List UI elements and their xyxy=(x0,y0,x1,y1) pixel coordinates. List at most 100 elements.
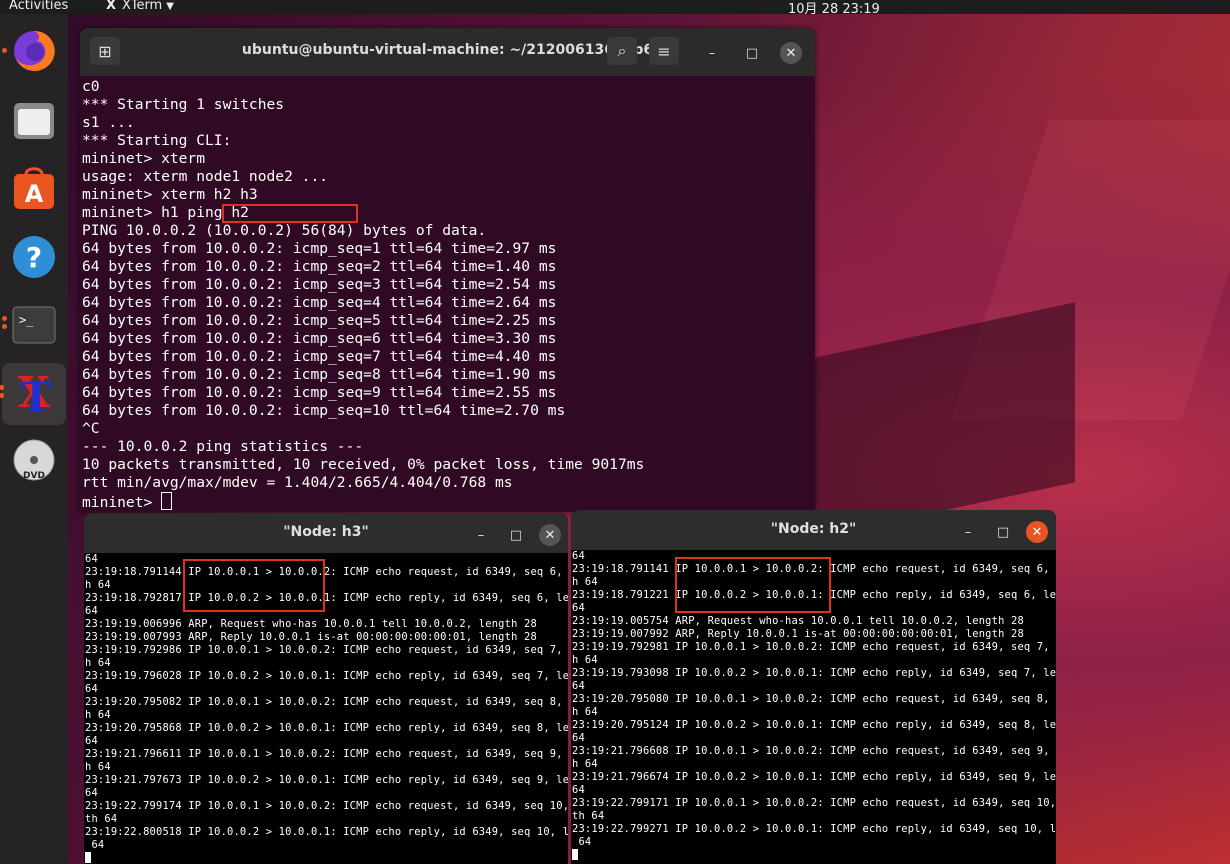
titlebar[interactable]: ⊞ ubuntu@ubuntu-virtual-machine: ~/21200… xyxy=(80,28,815,76)
help-icon: ? xyxy=(13,236,55,278)
minimize-icon: – xyxy=(964,524,972,540)
terminal-line: rtt min/avg/max/mdev = 1.404/2.665/4.404… xyxy=(82,474,513,491)
firefox-icon xyxy=(14,30,55,71)
activities-button[interactable]: Activities xyxy=(9,0,68,13)
svg-text:?: ? xyxy=(26,241,42,274)
dock-item-firefox[interactable] xyxy=(2,26,59,76)
terminal-line: 64 bytes from 10.0.0.2: icmp_seq=10 ttl=… xyxy=(82,402,566,419)
terminal-line: 64 xyxy=(572,680,585,692)
prompt: mininet> xyxy=(82,494,162,511)
terminal-line: 23:19:19.007992 ARP, Reply 10.0.0.1 is-a… xyxy=(572,628,1024,640)
terminal-line: 23:19:21.796608 IP 10.0.0.1 > 10.0.0.2: … xyxy=(572,745,1056,757)
terminal-line: s1 ... xyxy=(82,114,135,131)
terminal-line: *** Starting CLI: xyxy=(82,132,232,149)
terminal-line: 64 xyxy=(85,787,98,799)
dock-item-files[interactable] xyxy=(9,96,59,146)
running-indicator xyxy=(0,393,4,398)
maximize-button[interactable]: □ xyxy=(741,42,763,64)
terminal-line: 23:19:19.005754 ARP, Request who-has 10.… xyxy=(572,615,1024,627)
text-cursor xyxy=(161,492,173,510)
app-menu-label: XTerm xyxy=(122,0,163,13)
terminal-line: 64 xyxy=(572,836,592,848)
dock-item-xterm[interactable]: X T xyxy=(0,363,66,425)
close-icon: ✕ xyxy=(1031,524,1043,540)
dock-item-terminal[interactable]: >_ xyxy=(2,300,59,350)
terminal-line: mininet> xterm h2 h3 xyxy=(82,186,258,203)
minimize-icon: – xyxy=(477,527,485,543)
prompt-line[interactable]: mininet> xyxy=(82,492,812,512)
terminal-line: 64 bytes from 10.0.0.2: icmp_seq=6 ttl=6… xyxy=(82,330,557,347)
clock[interactable]: 10月 28 23:19 xyxy=(788,0,880,17)
titlebar[interactable]: "Node: h2" – □ ✕ xyxy=(571,510,1056,550)
text-cursor xyxy=(572,849,578,860)
terminal-line: 64 bytes from 10.0.0.2: icmp_seq=8 ttl=6… xyxy=(82,366,557,383)
app-menu[interactable]: X XTerm ▼ xyxy=(106,0,174,13)
terminal-line: 23:19:22.799271 IP 10.0.0.2 > 10.0.0.1: … xyxy=(572,823,1056,835)
window-title: "Node: h2" xyxy=(770,521,857,537)
xterm-small-icon: X xyxy=(106,0,117,13)
maximize-icon: □ xyxy=(996,524,1010,540)
running-indicator xyxy=(2,324,7,329)
maximize-icon: □ xyxy=(509,527,523,543)
close-icon: ✕ xyxy=(785,45,797,61)
terminal-line: 64 xyxy=(85,605,98,617)
terminal-line: 23:19:20.795082 IP 10.0.0.1 > 10.0.0.2: … xyxy=(85,696,568,708)
search-button[interactable]: ⌕ xyxy=(607,37,637,65)
hamburger-icon: ≡ xyxy=(657,41,671,61)
terminal-line: 64 xyxy=(572,732,585,744)
close-button[interactable]: ✕ xyxy=(1026,521,1048,543)
terminal-line: 23:19:19.792981 IP 10.0.0.1 > 10.0.0.2: … xyxy=(572,641,1056,653)
close-button[interactable]: ✕ xyxy=(539,524,561,546)
dock-item-dvd[interactable]: DVD xyxy=(9,436,59,486)
terminal-line: th 64 xyxy=(572,810,605,822)
dock-item-software[interactable]: A xyxy=(9,164,59,214)
running-indicator xyxy=(2,48,7,53)
terminal-line: 23:19:19.792986 IP 10.0.0.1 > 10.0.0.2: … xyxy=(85,644,568,656)
dvd-icon: DVD xyxy=(13,439,55,481)
xterm-icon: X T xyxy=(18,369,51,419)
running-indicator xyxy=(0,385,4,390)
dock: A ? >_ X T DVD xyxy=(0,14,68,864)
terminal-output[interactable]: 64 23:19:18.791144 IP 10.0.0.1 > 10.0.0.2… xyxy=(85,553,568,864)
terminal-line: mininet> xterm xyxy=(82,150,206,167)
terminal-line: 23:19:19.796028 IP 10.0.0.2 > 10.0.0.1: … xyxy=(85,670,568,682)
terminal-line: 23:19:18.791144 IP 10.0.0.1 > 10.0.0.2: … xyxy=(85,566,568,578)
terminal-line: 64 bytes from 10.0.0.2: icmp_seq=4 ttl=6… xyxy=(82,294,557,311)
dock-item-help[interactable]: ? xyxy=(9,232,59,282)
terminal-line: 64 xyxy=(85,553,98,565)
terminal-line: ^C xyxy=(82,420,100,437)
svg-text:DVD: DVD xyxy=(23,471,45,481)
xterm-window-h3[interactable]: "Node: h3" – □ ✕ 64 23:19:18.791144 IP 10… xyxy=(84,513,568,864)
terminal-line: 23:19:19.007993 ARP, Reply 10.0.0.1 is-a… xyxy=(85,631,537,643)
terminal-line: 64 bytes from 10.0.0.2: icmp_seq=2 ttl=6… xyxy=(82,258,557,275)
minimize-button[interactable]: – xyxy=(701,42,723,64)
terminal-line: 23:19:22.799171 IP 10.0.0.1 > 10.0.0.2: … xyxy=(572,797,1056,809)
minimize-button[interactable]: – xyxy=(957,521,979,543)
terminal-line: 23:19:18.792817 IP 10.0.0.2 > 10.0.0.1: … xyxy=(85,592,568,604)
terminal-line: 23:19:21.797673 IP 10.0.0.2 > 10.0.0.1: … xyxy=(85,774,568,786)
terminal-line: 64 xyxy=(85,839,105,851)
maximize-icon: □ xyxy=(745,45,759,61)
maximize-button[interactable]: □ xyxy=(992,521,1014,543)
running-indicator xyxy=(2,316,7,321)
terminal-line: 64 bytes from 10.0.0.2: icmp_seq=9 ttl=6… xyxy=(82,384,557,401)
close-button[interactable]: ✕ xyxy=(780,42,802,64)
terminal-icon: >_ xyxy=(12,306,56,344)
titlebar[interactable]: "Node: h3" – □ ✕ xyxy=(84,513,568,553)
maximize-button[interactable]: □ xyxy=(505,524,527,546)
svg-text:A: A xyxy=(25,180,44,208)
menu-button[interactable]: ≡ xyxy=(649,37,679,65)
terminal-line: --- 10.0.0.2 ping statistics --- xyxy=(82,438,364,455)
chevron-down-icon: ▼ xyxy=(166,1,174,12)
software-icon: A xyxy=(14,167,54,209)
terminal-line: h 64 xyxy=(85,709,111,721)
files-icon xyxy=(14,103,54,139)
highlight-box xyxy=(675,557,831,613)
main-terminal-window[interactable]: ⊞ ubuntu@ubuntu-virtual-machine: ~/21200… xyxy=(80,28,815,512)
terminal-line: 64 xyxy=(85,683,98,695)
window-title: "Node: h3" xyxy=(283,524,369,540)
minimize-button[interactable]: – xyxy=(470,524,492,546)
text-cursor xyxy=(85,852,91,863)
xterm-window-h2[interactable]: "Node: h2" – □ ✕ 64 23:19:18.791141 IP 10… xyxy=(571,510,1056,864)
terminal-output[interactable]: c0 *** Starting 1 switches s1 ... *** Start… xyxy=(82,78,812,512)
